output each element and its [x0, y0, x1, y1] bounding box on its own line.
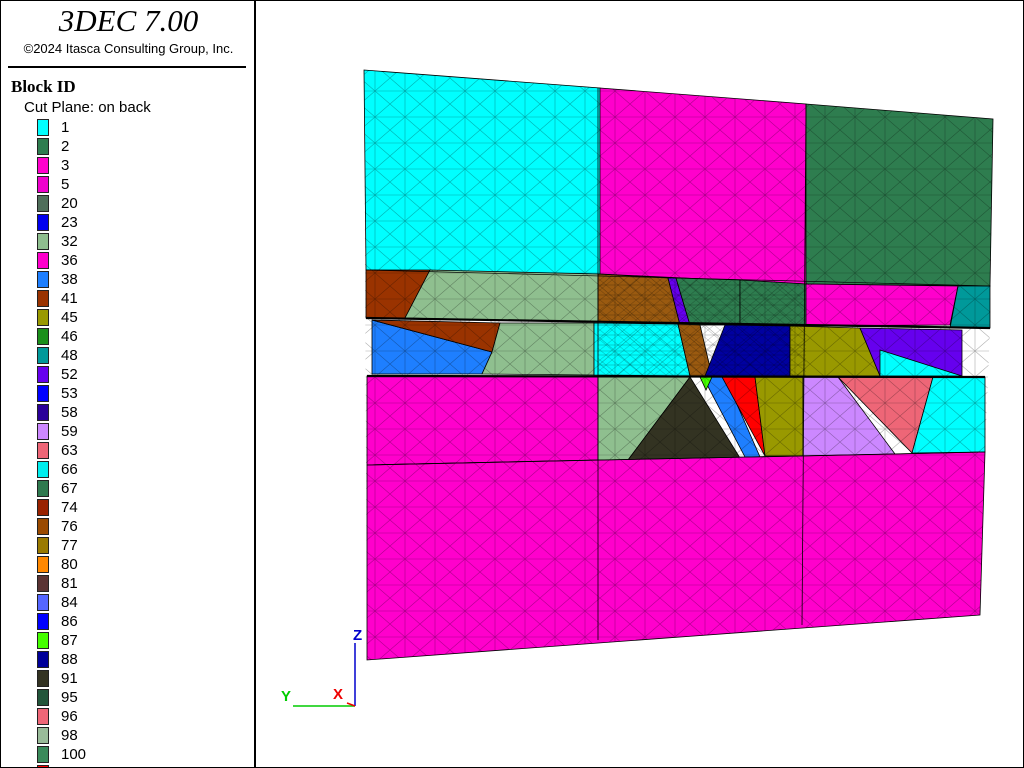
legend-label: 45: [61, 309, 78, 326]
legend-swatch: [37, 233, 49, 250]
legend-label: 80: [61, 556, 78, 573]
legend-swatch: [37, 708, 49, 725]
legend-label: 84: [61, 594, 78, 611]
legend-label: 52: [61, 366, 78, 383]
x-axis-label: X: [333, 686, 343, 703]
legend-title: Block ID: [11, 77, 76, 96]
legend-label: 98: [61, 727, 78, 744]
legend-label: 32: [61, 233, 78, 250]
legend-swatch: [37, 746, 49, 763]
legend-label: 38: [61, 271, 78, 288]
legend-swatch: [37, 385, 49, 402]
legend-label: 74: [61, 499, 78, 516]
legend-label: 66: [61, 461, 78, 478]
legend-label: 95: [61, 689, 78, 706]
legend-label: 48: [61, 347, 78, 364]
legend-swatch: [37, 651, 49, 668]
app-title: 3DEC 7.00: [58, 3, 199, 38]
legend-swatch: [37, 518, 49, 535]
legend-swatch: [37, 537, 49, 554]
legend-swatch: [37, 138, 49, 155]
legend-swatch: [37, 575, 49, 592]
legend-swatch: [37, 461, 49, 478]
legend-label: 77: [61, 537, 78, 554]
legend-label: 41: [61, 290, 78, 307]
legend-label: 1: [61, 119, 70, 136]
legend-swatch: [37, 594, 49, 611]
legend-label: 59: [61, 423, 78, 440]
axes-triad: Z Y X: [281, 627, 362, 707]
legend-label: 91: [61, 670, 78, 687]
legend-swatch: [37, 423, 49, 440]
legend-swatch: [37, 214, 49, 231]
legend-label: 63: [61, 442, 78, 459]
legend-label: 5: [61, 176, 70, 193]
legend-label: 2: [61, 138, 70, 155]
model-canvas: Z Y X: [281, 69, 994, 707]
legend-label: 20: [61, 195, 78, 212]
legend-label: 87: [61, 632, 78, 649]
legend-swatch: [37, 689, 49, 706]
cut-plane-label: Cut Plane: on back: [24, 99, 151, 116]
legend-swatch: [37, 290, 49, 307]
legend-label: 76: [61, 518, 78, 535]
z-axis-label: Z: [353, 627, 362, 644]
legend-label: 46: [61, 328, 78, 345]
legend-swatch: [37, 670, 49, 687]
legend-label: 58: [61, 404, 78, 421]
legend-swatch: [37, 632, 49, 649]
legend-swatch: [37, 366, 49, 383]
legend-label: 86: [61, 613, 78, 630]
legend-swatch: [37, 480, 49, 497]
copyright-text: ©2024 Itasca Consulting Group, Inc.: [23, 41, 234, 56]
model-viewport[interactable]: Z Y X: [257, 1, 1022, 766]
legend-swatch: [37, 442, 49, 459]
legend-label: 96: [61, 708, 78, 725]
legend-label: 81: [61, 575, 78, 592]
legend-swatch: [37, 157, 49, 174]
title-divider: [8, 66, 246, 68]
legend-panel: 3DEC 7.00 ©2024 Itasca Consulting Group,…: [1, 1, 256, 767]
legend-swatch: [37, 556, 49, 573]
legend-swatch: [37, 195, 49, 212]
legend-swatch: [37, 119, 49, 136]
y-axis-label: Y: [281, 688, 291, 705]
legend-swatch: [37, 252, 49, 269]
legend-swatch: [37, 176, 49, 193]
legend-swatch: [37, 404, 49, 421]
legend-swatch: [37, 328, 49, 345]
legend-swatch: [37, 765, 49, 767]
legend-swatch: [37, 727, 49, 744]
legend-label: 36: [61, 252, 78, 269]
legend-label: 53: [61, 385, 78, 402]
legend-label: 67: [61, 480, 78, 497]
legend-label: 3: [61, 157, 70, 174]
legend-label: 23: [61, 214, 78, 231]
legend-swatch: [37, 309, 49, 326]
legend-swatch: [37, 271, 49, 288]
legend-swatch: [37, 347, 49, 364]
legend-swatch: [37, 613, 49, 630]
legend-label: 100: [61, 746, 87, 763]
legend-swatch: [37, 499, 49, 516]
legend-label: 88: [61, 651, 78, 668]
